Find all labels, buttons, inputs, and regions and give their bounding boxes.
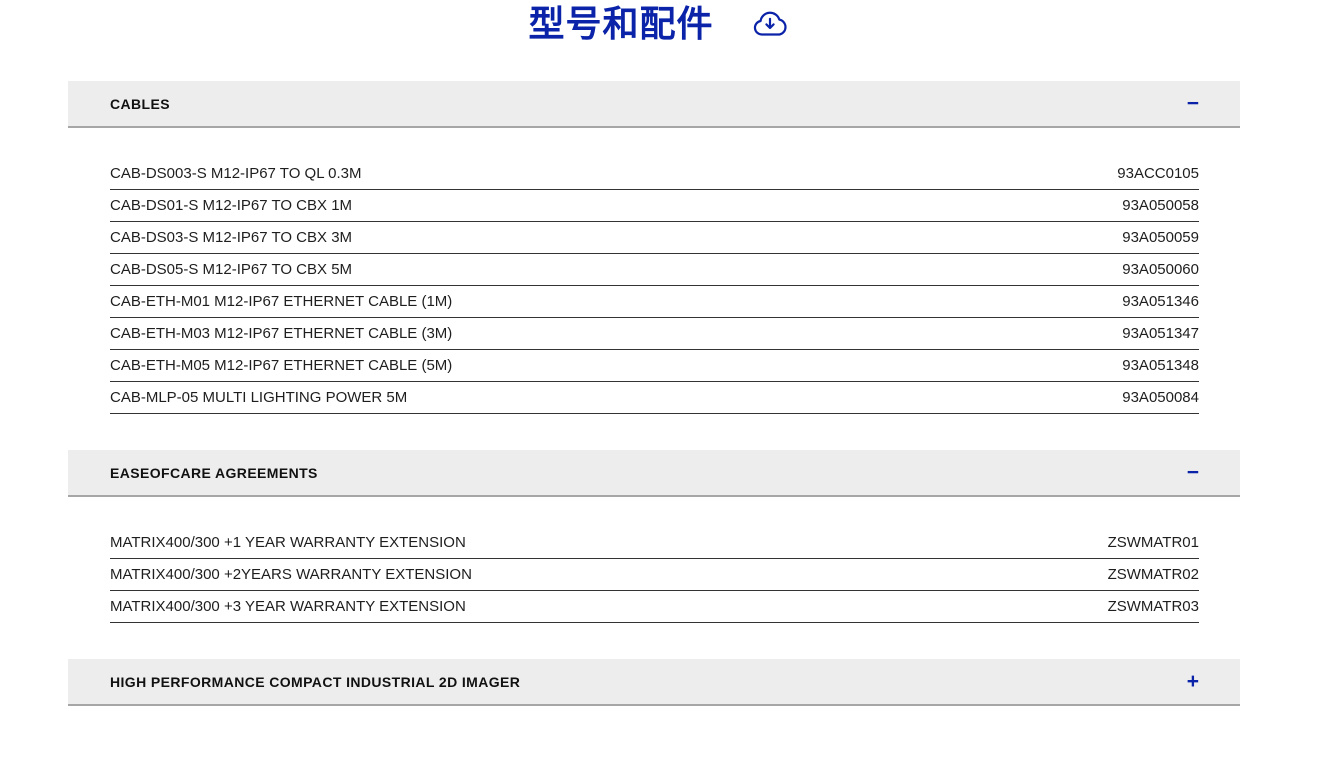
product-row: CAB-ETH-M03 M12-IP67 ETHERNET CABLE (3M)…: [110, 318, 1199, 350]
product-row: CAB-DS05-S M12-IP67 TO CBX 5M 93A050060: [110, 254, 1199, 286]
product-name: CAB-DS05-S M12-IP67 TO CBX 5M: [110, 261, 352, 278]
accordion-section: EASEOFCARE AGREEMENTS − MATRIX400/300 +1…: [68, 450, 1240, 623]
product-row: CAB-ETH-M01 M12-IP67 ETHERNET CABLE (1M)…: [110, 286, 1199, 318]
product-row: CAB-DS003-S M12-IP67 TO QL 0.3M 93ACC010…: [110, 158, 1199, 190]
part-number: ZSWMATR01: [1108, 534, 1199, 551]
product-row: CAB-DS01-S M12-IP67 TO CBX 1M 93A050058: [110, 190, 1199, 222]
part-number: 93A051347: [1122, 325, 1199, 342]
part-number: 93A050058: [1122, 197, 1199, 214]
accordion-sections: CABLES − CAB-DS003-S M12-IP67 TO QL 0.3M…: [68, 81, 1240, 706]
product-name: CAB-DS03-S M12-IP67 TO CBX 3M: [110, 229, 352, 246]
product-name: CAB-ETH-M01 M12-IP67 ETHERNET CABLE (1M): [110, 293, 452, 310]
part-number: 93A050060: [1122, 261, 1199, 278]
toggle-icon[interactable]: −: [1187, 93, 1199, 114]
section-header[interactable]: HIGH PERFORMANCE COMPACT INDUSTRIAL 2D I…: [68, 659, 1240, 706]
product-row: CAB-MLP-05 MULTI LIGHTING POWER 5M 93A05…: [110, 382, 1199, 414]
section-title: HIGH PERFORMANCE COMPACT INDUSTRIAL 2D I…: [110, 674, 520, 690]
accordion-section: HIGH PERFORMANCE COMPACT INDUSTRIAL 2D I…: [68, 659, 1240, 706]
section-title: CABLES: [110, 96, 170, 112]
section-header[interactable]: CABLES −: [68, 81, 1240, 128]
section-rows: CAB-DS003-S M12-IP67 TO QL 0.3M 93ACC010…: [110, 158, 1199, 414]
part-number: ZSWMATR02: [1108, 566, 1199, 583]
product-row: CAB-ETH-M05 M12-IP67 ETHERNET CABLE (5M)…: [110, 350, 1199, 382]
part-number: 93A050059: [1122, 229, 1199, 246]
cloud-download-icon[interactable]: [750, 8, 790, 41]
product-name: MATRIX400/300 +1 YEAR WARRANTY EXTENSION: [110, 534, 466, 551]
product-row: MATRIX400/300 +2YEARS WARRANTY EXTENSION…: [110, 559, 1199, 591]
part-number: 93A051348: [1122, 357, 1199, 374]
part-number: 93A050084: [1122, 389, 1199, 406]
product-name: MATRIX400/300 +3 YEAR WARRANTY EXTENSION: [110, 598, 466, 615]
part-number: ZSWMATR03: [1108, 598, 1199, 615]
product-name: CAB-DS01-S M12-IP67 TO CBX 1M: [110, 197, 352, 214]
product-name: CAB-MLP-05 MULTI LIGHTING POWER 5M: [110, 389, 407, 406]
product-name: CAB-ETH-M03 M12-IP67 ETHERNET CABLE (3M): [110, 325, 452, 342]
part-number: 93ACC0105: [1117, 165, 1199, 182]
section-rows: MATRIX400/300 +1 YEAR WARRANTY EXTENSION…: [110, 527, 1199, 623]
page-title: 型号和配件: [528, 6, 713, 42]
product-row: MATRIX400/300 +3 YEAR WARRANTY EXTENSION…: [110, 591, 1199, 623]
section-header[interactable]: EASEOFCARE AGREEMENTS −: [68, 450, 1240, 497]
product-name: MATRIX400/300 +2YEARS WARRANTY EXTENSION: [110, 566, 472, 583]
product-row: CAB-DS03-S M12-IP67 TO CBX 3M 93A050059: [110, 222, 1199, 254]
product-row: MATRIX400/300 +1 YEAR WARRANTY EXTENSION…: [110, 527, 1199, 559]
title-bar: 型号和配件: [0, 0, 1318, 46]
product-name: CAB-DS003-S M12-IP67 TO QL 0.3M: [110, 165, 362, 182]
product-name: CAB-ETH-M05 M12-IP67 ETHERNET CABLE (5M): [110, 357, 452, 374]
section-title: EASEOFCARE AGREEMENTS: [110, 465, 318, 481]
toggle-icon[interactable]: +: [1187, 671, 1199, 692]
part-number: 93A051346: [1122, 293, 1199, 310]
toggle-icon[interactable]: −: [1187, 462, 1199, 483]
accordion-section: CABLES − CAB-DS003-S M12-IP67 TO QL 0.3M…: [68, 81, 1240, 414]
